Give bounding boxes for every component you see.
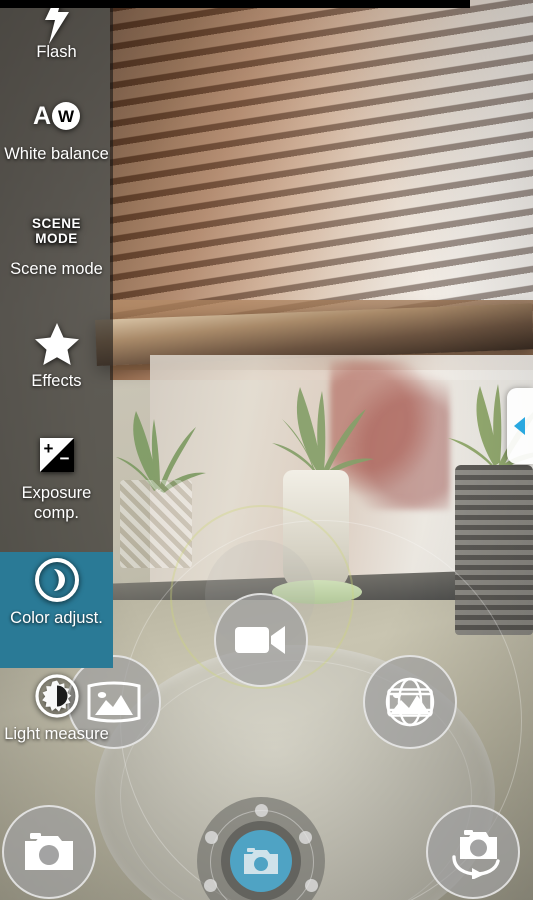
white-balance-w-badge: W [52,102,81,130]
shutter-dot [305,879,318,892]
shutter-button[interactable] [197,797,325,900]
shutter-dot [205,831,218,844]
drawer-edge-handle[interactable] [507,388,533,464]
shutter-dot [204,879,217,892]
settings-drawer: Flash A W White balance SCENE MODE Scene… [0,0,113,900]
color-adjust-icon [0,552,113,608]
sphere-panorama-icon [380,673,440,731]
video-mode-button[interactable] [214,593,308,687]
shutter-dot [299,831,312,844]
shutter-dot [255,804,268,817]
video-camera-icon [234,623,288,657]
viewfinder-plant-pot-left [120,480,192,568]
camera-switch-button[interactable] [426,805,520,899]
white-balance-icon: A W [0,88,113,144]
camera-icon [242,846,280,876]
drawer-item-white-balance-label: White balance [4,145,109,163]
exposure-plus-sign: + [43,439,54,458]
viewfinder-plant-pot-center [283,470,349,590]
drawer-item-scene-mode[interactable]: SCENE MODE Scene mode [0,203,113,315]
drawer-item-effects-label: Effects [31,372,82,390]
drawer-item-light-measure-label: Light measure [4,725,109,743]
star-icon [0,315,113,371]
camera-app-screen: Flash A W White balance SCENE MODE Scene… [0,0,533,900]
viewfinder-window-blinds [110,0,533,330]
viewfinder-plant-pot-right [455,465,533,635]
camera-switch-icon [442,825,504,879]
drawer-item-scene-mode-label: Scene mode [10,260,103,278]
drawer-item-color-adjust-label: Color adjust. [10,609,103,627]
drawer-item-exposure-comp-label: Exposure comp. [21,484,92,522]
drawer-item-flash[interactable]: Flash [0,0,113,88]
exposure-minus-sign: − [59,449,70,468]
drawer-item-flash-label: Flash [36,43,77,61]
status-bar [0,0,470,8]
drawer-item-white-balance[interactable]: A W White balance [0,88,113,203]
light-measure-icon [0,668,113,724]
drawer-item-effects[interactable]: Effects [0,315,113,427]
exposure-comp-icon: + − [0,427,113,483]
drawer-item-exposure-comp[interactable]: + − Exposure comp. [0,427,113,552]
sphere-panorama-mode-button[interactable] [363,655,457,749]
shutter-inner-circle [230,830,292,892]
scene-mode-icon-line1: SCENE [31,216,81,231]
scene-mode-icon: SCENE MODE [0,203,113,259]
scene-mode-icon-line2: MODE [35,231,78,246]
chevron-left-icon [512,416,528,436]
drawer-item-light-measure[interactable]: Light measure [0,668,113,784]
drawer-item-color-adjust[interactable]: Color adjust. [0,552,113,668]
white-balance-auto-letter: A [32,101,52,130]
